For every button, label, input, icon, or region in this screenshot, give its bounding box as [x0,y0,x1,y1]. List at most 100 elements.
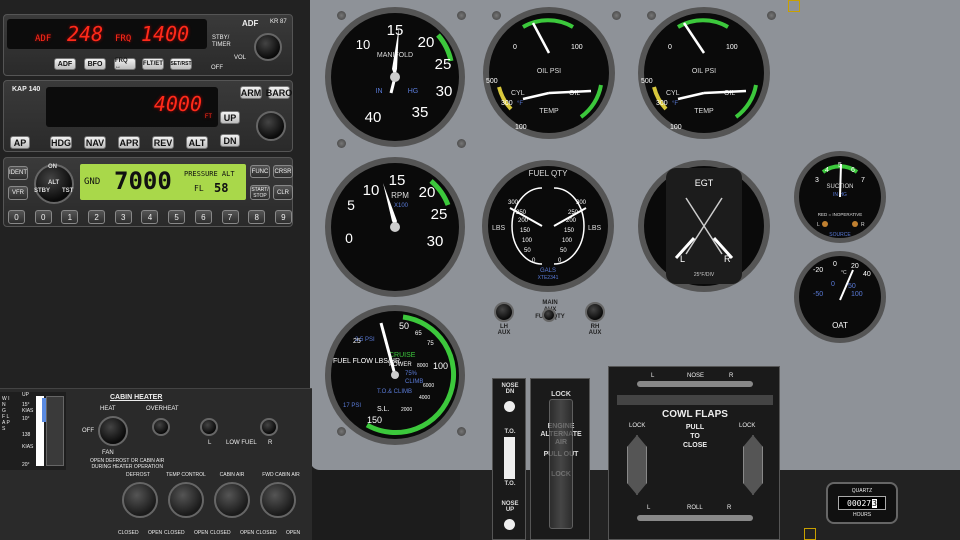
autopilot-ap-button[interactable]: AP [10,136,30,149]
autopilot-dn-button[interactable]: DN [220,134,240,147]
alt-air-handle[interactable] [549,399,573,529]
transponder-clr-button[interactable]: CLR [273,185,293,200]
oat-c-tick: 0 [833,261,837,268]
autopilot-baro-button[interactable]: BARO [266,86,292,99]
autopilot-up-button[interactable]: UP [220,111,240,124]
transponder-digit-button[interactable]: 0 [8,210,25,224]
roll-r: R [727,505,732,511]
transponder-digit-button[interactable]: 4 [141,210,159,224]
transponder-digit-button[interactable]: 6 [194,210,212,224]
transponder-digit-button[interactable]: 0 [34,210,52,224]
panel-screw [457,139,466,148]
cabin-heater-switch[interactable] [98,416,128,446]
transponder-mode: GND [84,177,101,187]
vent-open: OPEN [148,530,163,536]
adf-standby-freq: 1400 [141,22,190,46]
transponder-digit-button[interactable]: 3 [114,210,132,224]
adf-radio: ADF 248 FRQ 1400 ADF KR 87 STBY/ TIMER V… [3,14,293,76]
engine-cluster-gauge-right: 0 100 OIL PSI 500 CYL OIL 300 °F TEMP 10… [638,7,770,139]
transponder-digit-button[interactable]: 8 [248,210,266,224]
manifold-pressure-gauge: 10 15 20 25 30 35 40 MANIFOLD IN HG [325,7,465,147]
autopilot-rev-button[interactable]: REV [152,136,174,149]
fuel-part-label: XTE2341 [538,275,559,281]
wing-flaps-indicator: W I N G F L A P S UP 15° KIAS 10° 138 KI… [0,392,66,470]
vent-open: OPEN [240,530,255,536]
adf-volume-knob[interactable] [254,33,282,61]
oil-right-unit: °F [672,101,678,107]
fwd-cabin-air-knob[interactable] [260,482,296,518]
transponder-ident-button[interactable]: IDENT [8,166,28,180]
adf-mode: ADF [35,34,52,44]
transponder-start-stop-button[interactable]: START/ STOP [250,185,270,200]
fuel-left-tick: 200 [518,218,529,224]
transponder-digit-button[interactable]: 2 [88,210,106,224]
adf-frq-label: FRQ [115,34,132,44]
autopilot-baro-knob[interactable] [256,111,286,141]
cowl-flap-lever-left[interactable] [627,435,647,495]
adf-vol-label: VOL [234,55,247,61]
oil-left-psi: OIL PSI [537,68,561,75]
trim-indicator-light [504,401,515,412]
cowl-flap-lever-right[interactable] [743,435,763,495]
vent-open: OPEN [194,530,209,536]
panel-corner-marker [788,0,800,12]
transponder-vfr-button[interactable]: VFR [8,186,28,200]
cabin-heater-heat-label: HEAT [100,406,116,412]
alt-air-lock: LOCK [551,391,571,398]
transponder-digit-button[interactable]: 5 [168,210,186,224]
cabin-heater-overheat-label: OVERHEAT [146,406,179,412]
fuel-lbs-right: LBS [588,225,602,232]
autopilot-nav-button[interactable]: NAV [84,136,106,149]
oil-left-500: 500 [486,78,498,85]
manifold-tick: 15 [387,22,404,39]
manifold-tick: 10 [356,37,370,52]
adf-button-bfo[interactable]: BFO [84,58,106,70]
vent-title: CABIN AIR [219,472,245,478]
main-aux-switch[interactable] [542,308,556,322]
oat-c-tick: -20 [813,267,823,274]
oil-left-temp: TEMP [539,108,559,115]
nose-trim-indicator[interactable] [637,381,753,387]
fuel-gals-label: GALS [540,268,556,274]
fuel-flow-psi2: 17 PSI [343,403,361,409]
autopilot-model: KAP 140 [12,86,41,93]
oil-right-500: 500 [641,78,653,85]
autopilot-apr-button[interactable]: APR [118,136,140,149]
fuel-lbs-left: LBS [492,225,506,232]
fuel-flow-alt: 8000 [417,363,428,369]
adf-brand: ADF [242,19,259,28]
autopilot-alt-button[interactable]: ALT [186,136,208,149]
wing-flaps-f5: 20° [22,462,30,468]
transponder-alt-label: ALT [48,180,60,186]
rpm-tick: 30 [427,233,444,250]
lh-aux-switch[interactable] [494,302,514,322]
rh-aux-switch[interactable] [585,302,605,322]
transponder-digit-button[interactable]: 1 [61,210,79,224]
autopilot-hdg-button[interactable]: HDG [50,136,72,149]
egt-note: 25°F/DIV [694,272,715,278]
roll-trim-indicator[interactable] [637,515,753,521]
transponder-func-button[interactable]: FUNC [250,165,270,178]
hobbs-counter: 00027 3 [838,496,886,510]
autopilot-arm-button[interactable]: ARM [240,86,262,99]
temp-control-knob[interactable] [168,482,204,518]
trim-to-label: T.O. [504,429,516,435]
suction-tick: 7 [861,177,865,184]
panel-screw [457,427,466,436]
adf-button-adf[interactable]: ADF [54,58,76,70]
fuel-flow-climb: CLIMB [405,379,423,385]
defrost-knob[interactable] [122,482,158,518]
wing-flaps-lever[interactable] [46,396,64,466]
adf-active-freq: 248 [67,22,104,46]
adf-button-set-rst[interactable]: SET/RST [170,58,192,70]
transponder-digit-button[interactable]: 9 [274,210,292,224]
adf-button-flt-et[interactable]: FLT/ET [142,58,164,70]
roll-label: ROLL [687,505,703,511]
transponder-digit-button[interactable]: 7 [221,210,239,224]
panel-screw [457,11,466,20]
adf-button-frq[interactable]: FRQ ↔ [114,58,136,70]
suction-tick: 4 [825,167,829,174]
tachometer-gauge: 0 5 10 15 20 25 30 RPM X100 [325,157,465,297]
cabin-air-knob[interactable] [214,482,250,518]
transponder-crsr-button[interactable]: CRSR [273,165,293,178]
